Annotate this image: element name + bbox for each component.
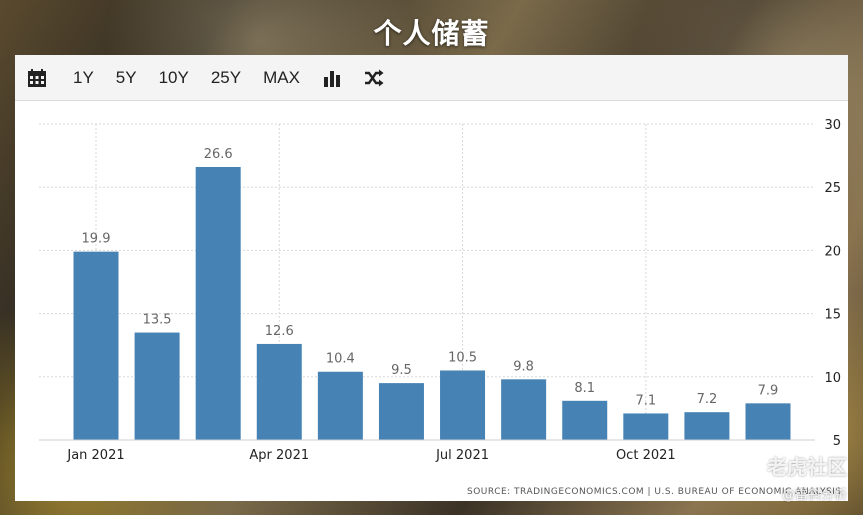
data-label-10: 7.2: [697, 392, 718, 407]
x-tick-label-0: Jan 2021: [66, 448, 124, 463]
tiger-logo-icon: [738, 454, 760, 477]
data-labels: 19.9 13.5 26.6 12.6 10.4 9.5 10.5 9.8 8.1 7.1 7.2 7…: [82, 147, 779, 408]
data-label-6: 10.5: [448, 350, 477, 365]
bar-3: [256, 343, 302, 440]
bar-7: [501, 379, 547, 440]
bar-8: [562, 400, 608, 440]
data-label-2: 26.6: [204, 147, 233, 162]
data-label-11: 7.9: [758, 383, 779, 398]
x-tick-label-3: Oct 2021: [616, 448, 676, 463]
range-25y-button[interactable]: 25Y: [211, 68, 241, 88]
watermark-user: @雷斜分析: [781, 488, 847, 503]
data-label-0: 19.9: [82, 232, 111, 247]
y-tick-label-1: 10: [824, 371, 841, 386]
range-5y-button[interactable]: 5Y: [116, 68, 137, 88]
x-axis: Jan 2021 Apr 2021 Jul 2021 Oct 2021: [39, 439, 815, 463]
bar-chart: 19.9 13.5 26.6 12.6 10.4 9.5 10.5 9.8 8.1 7.1 7.2 7…: [39, 118, 841, 497]
toolbar: 1Y 5Y 10Y 25Y MAX: [15, 55, 848, 101]
bar-1: [134, 332, 180, 440]
watermark-brand-text: 老虎社区: [767, 455, 847, 479]
chart-panel: 1Y 5Y 10Y 25Y MAX 19.9 13.5 26.6 12.6 10.4 9.…: [15, 55, 848, 501]
bars: [73, 166, 791, 440]
bar-0: [73, 251, 119, 440]
data-label-8: 8.1: [574, 381, 595, 396]
range-1y-button[interactable]: 1Y: [73, 68, 94, 88]
y-tick-label-4: 25: [824, 181, 841, 196]
data-label-3: 12.6: [265, 324, 294, 339]
data-label-4: 10.4: [326, 352, 355, 367]
range-10y-button[interactable]: 10Y: [159, 68, 189, 88]
y-tick-label-0: 5: [833, 434, 841, 449]
range-max-button[interactable]: MAX: [263, 68, 300, 88]
y-tick-label-3: 20: [824, 244, 841, 259]
page-title: 个人储蓄: [373, 17, 490, 50]
data-label-5: 9.5: [391, 363, 412, 378]
data-label-1: 13.5: [143, 313, 172, 328]
bar-4: [317, 371, 363, 440]
x-tick-label-1: Apr 2021: [249, 448, 309, 463]
bar-9: [623, 413, 669, 440]
bar-5: [378, 383, 424, 440]
y-axis: 5 10 15 20 25 30: [824, 118, 841, 449]
x-tick-label-2: Jul 2021: [435, 448, 489, 463]
y-tick-label-2: 15: [824, 308, 841, 323]
watermark-brand: 老虎社区: [737, 451, 847, 480]
bar-10: [684, 412, 730, 440]
data-label-7: 9.8: [513, 359, 534, 374]
bar-chart-icon[interactable]: [322, 68, 342, 88]
y-tick-label-5: 30: [824, 118, 841, 133]
calendar-icon[interactable]: [27, 68, 47, 88]
shuffle-icon[interactable]: [364, 68, 384, 88]
bar-2: [195, 166, 241, 440]
bar-11: [745, 403, 791, 440]
data-label-9: 7.1: [635, 393, 656, 408]
bar-6: [440, 370, 486, 440]
